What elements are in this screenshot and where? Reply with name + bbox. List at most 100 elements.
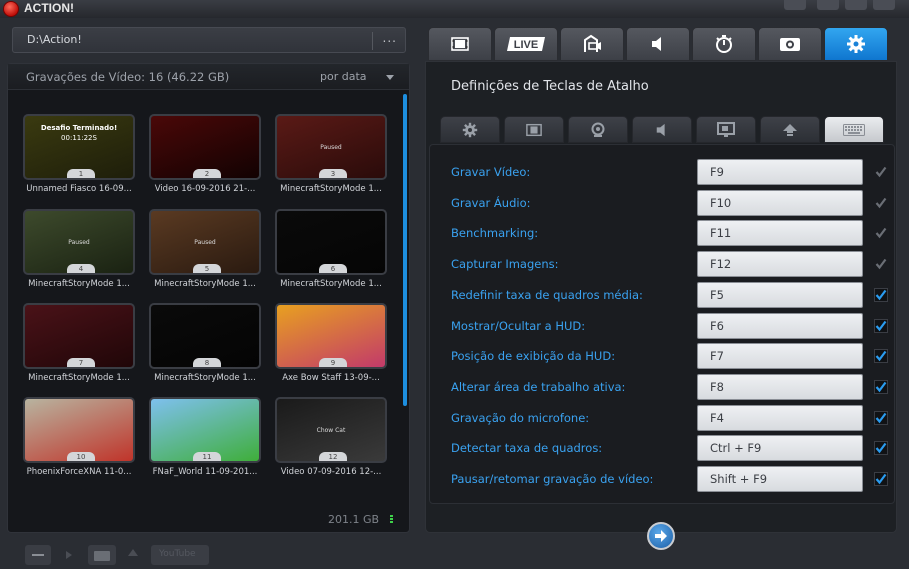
tab-benchmark[interactable] [560,27,624,61]
help-button[interactable] [784,0,806,10]
minus-icon [32,554,44,556]
recording-item[interactable]: 6 MinecraftStoryMode 1... [274,209,392,293]
recording-label: MinecraftStoryMode 1... [280,279,382,289]
gear-icon [847,35,865,53]
sort-dropdown[interactable]: por data [320,70,367,83]
open-folder-button[interactable] [88,545,116,565]
hotkey-enabled-checkbox[interactable] [874,257,888,271]
recording-thumbnail[interactable]: Desafio Terminado! 00:11:22S 1 [23,114,135,180]
recording-thumbnail[interactable]: 2 [149,114,261,180]
hotkey-enabled-checkbox[interactable] [874,472,888,486]
recording-item[interactable]: 8 MinecraftStoryMode 1... [148,303,266,387]
recording-item[interactable]: 2 Video 16-09-2016 21-... [148,114,266,198]
recording-thumbnail[interactable]: Paused 5 [149,209,261,275]
browse-folder-button[interactable]: ... [383,31,397,45]
tab-screenshot[interactable] [758,27,822,61]
next-button[interactable] [647,522,675,550]
hotkey-field[interactable]: F7 [697,343,863,370]
hotkey-field[interactable]: Shift + F9 [697,466,863,492]
recording-label: MinecraftStoryMode 1... [28,373,130,383]
hotkey-field[interactable]: F12 [697,251,863,278]
youtube-button[interactable]: YouTube [151,545,209,565]
recording-item[interactable]: 9 Axe Bow Staff 13-09-... [274,303,392,387]
subtab-video[interactable] [504,116,564,143]
hotkey-enabled-checkbox[interactable] [874,226,888,240]
recording-number: 7 [67,358,95,367]
recording-item[interactable]: Paused 5 MinecraftStoryMode 1... [148,209,266,293]
hotkey-field[interactable]: F11 [697,220,863,247]
monitor-icon [717,121,735,137]
hotkey-field[interactable]: F4 [697,404,863,431]
recording-thumbnail[interactable]: 6 [275,209,387,275]
minimize-button[interactable] [817,0,839,10]
hotkey-label: Alterar área de trabalho ativa: [451,379,626,394]
hotkey-field[interactable]: F6 [697,312,863,339]
recording-item[interactable]: Chow Cat 12 Video 07-09-2016 12-... [274,397,392,481]
hotkey-field[interactable]: F8 [697,373,863,400]
subtab-monitor[interactable] [696,116,756,143]
recording-item[interactable]: 7 MinecraftStoryMode 1... [22,303,140,387]
hotkey-enabled-checkbox[interactable] [874,165,888,179]
hotkey-label: Redefinir taxa de quadros média: [451,287,643,302]
recording-item[interactable]: Desafio Terminado! 00:11:22S 1 Unnamed Fias… [22,114,140,198]
tab-live[interactable]: LIVE [494,27,558,61]
hotkey-enabled-checkbox[interactable] [874,379,888,394]
close-button[interactable] [873,0,895,10]
recording-item[interactable]: Paused 3 MinecraftStoryMode 1... [274,114,392,198]
hotkey-enabled-checkbox[interactable] [874,441,888,456]
hotkey-enabled-checkbox[interactable] [874,287,888,302]
folder-path: D:\Action! [27,33,82,46]
benchmark-icon [584,34,601,52]
recording-number: 5 [193,264,221,273]
recording-number: 1 [67,169,95,178]
hotkey-field[interactable]: F9 [697,159,863,185]
subtab-webcam[interactable] [568,116,628,143]
delete-button[interactable] [25,545,51,565]
hotkeys-list: Gravar Vídeo: F9 Gravar Áudio: F10 Benchmark… [429,144,895,504]
stopwatch-icon [716,35,732,53]
maximize-button[interactable] [845,0,867,10]
recording-thumbnail[interactable]: Paused 3 [275,114,387,180]
subtab-audio[interactable] [632,116,692,143]
hotkey-field[interactable]: F5 [697,281,863,308]
hotkey-row: Pausar/retomar gravação de vídeo: Shift +… [430,466,896,492]
subtab-general[interactable] [440,116,500,143]
hotkey-field[interactable]: F10 [697,189,863,216]
path-divider [372,32,373,50]
hotkey-enabled-checkbox[interactable] [874,410,888,425]
tab-timer[interactable] [692,27,756,61]
tab-settings[interactable] [824,27,888,61]
recording-thumbnail[interactable]: Paused 4 [23,209,135,275]
recording-thumbnail[interactable]: Chow Cat 12 [275,397,387,463]
app-logo-icon [3,1,19,17]
recording-item[interactable]: Paused 4 MinecraftStoryMode 1... [22,209,140,293]
recording-label: Video 16-09-2016 21-... [154,184,256,194]
subtab-hotkeys[interactable] [824,116,884,143]
sort-chevron-down-icon[interactable] [386,75,394,80]
arrow-right-icon [655,530,667,542]
recording-thumbnail[interactable]: 11 [149,397,261,463]
recording-thumbnail[interactable]: 9 [275,303,387,369]
hotkey-enabled-checkbox[interactable] [874,318,888,333]
tab-audio[interactable] [626,27,690,61]
recording-thumbnail[interactable]: 8 [149,303,261,369]
speaker-icon [656,123,665,136]
hotkey-enabled-checkbox[interactable] [874,196,888,210]
hotkey-row: Alterar área de trabalho ativa: F8 [430,373,896,400]
recording-item[interactable]: 11 FNaF_World 11-09-201... [148,397,266,481]
upload-icon[interactable] [128,549,138,556]
recording-thumbnail[interactable]: 7 [23,303,135,369]
tab-recordings[interactable] [428,27,492,61]
subtab-upload[interactable] [760,116,820,143]
recording-item[interactable]: 10 PhoenixForceXNA 11-0... [22,397,140,481]
hotkey-enabled-checkbox[interactable] [874,349,888,364]
hotkey-field[interactable]: Ctrl + F9 [697,435,863,462]
thumbnail-overlay-text: Paused [320,144,342,151]
play-icon[interactable] [66,551,72,559]
recording-number: 6 [319,264,347,273]
folder-path-bar[interactable]: D:\Action! ... [12,27,406,53]
hotkey-label: Gravação do microfone: [451,410,590,425]
recordings-scrollbar[interactable] [403,94,407,406]
recording-thumbnail[interactable]: 10 [23,397,135,463]
recording-label: Axe Bow Staff 13-09-... [282,373,380,383]
